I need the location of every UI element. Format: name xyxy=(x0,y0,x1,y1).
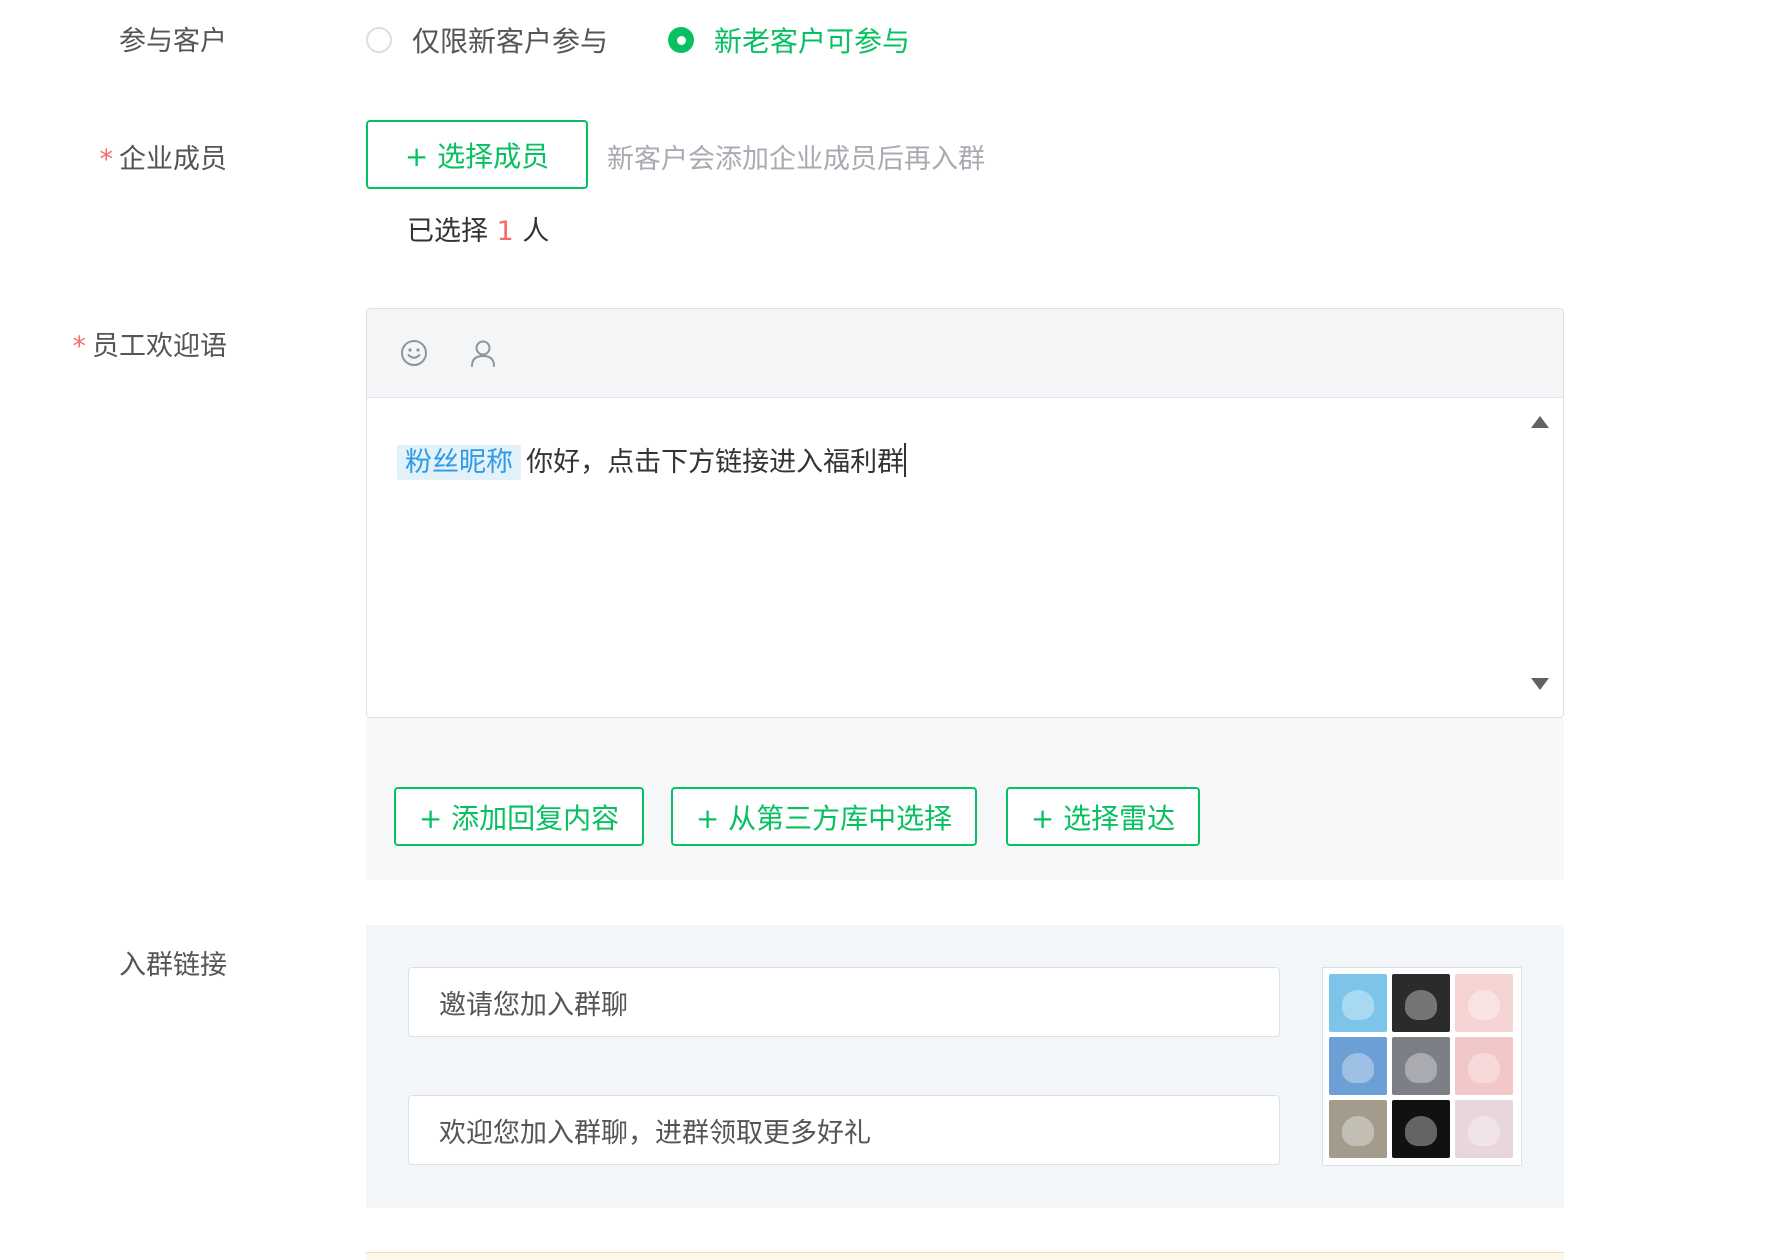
text-caret xyxy=(904,443,907,477)
avatar-tile xyxy=(1392,974,1450,1032)
avatar-tile xyxy=(1329,1037,1387,1095)
selected-count-number: 1 xyxy=(496,216,514,247)
editor-content[interactable]: 粉丝昵称 你好，点击下方链接进入福利群 xyxy=(397,440,907,480)
editor-toolbar xyxy=(367,309,1563,398)
welcome-editor: 粉丝昵称 你好，点击下方链接进入福利群 xyxy=(366,308,1564,718)
welcome-required-mark: * xyxy=(72,331,87,362)
link-title-input[interactable] xyxy=(408,967,1280,1037)
members-label: * 企业成员 xyxy=(99,144,228,175)
welcome-message-text: 你好，点击下方链接进入福利群 xyxy=(526,447,905,478)
avatar-tile xyxy=(1329,974,1387,1032)
avatar-tile xyxy=(1329,1100,1387,1158)
radio-new-only-circle[interactable] xyxy=(366,27,392,53)
selected-members-count: 已选择 1 人 xyxy=(407,216,550,247)
reply-actions-area: + 添加回复内容 + 从第三方库中选择 + 选择雷达 xyxy=(366,718,1564,880)
select-third-party-button[interactable]: + 从第三方库中选择 xyxy=(671,787,977,846)
scroll-down-arrow-icon[interactable] xyxy=(1531,678,1549,690)
members-required-mark: * xyxy=(99,144,114,175)
avatar-tile xyxy=(1455,1037,1513,1095)
radio-new-and-old-circle[interactable] xyxy=(668,27,695,53)
group-avatar-picker[interactable] xyxy=(1322,967,1522,1166)
link-description-input[interactable] xyxy=(408,1095,1280,1165)
group-avatar-grid xyxy=(1329,974,1513,1158)
select-radar-button[interactable]: + 选择雷达 xyxy=(1006,787,1200,846)
user-icon[interactable] xyxy=(468,338,498,368)
radio-new-only[interactable]: 仅限新客户参与 xyxy=(366,20,608,60)
avatar-tile xyxy=(1392,1100,1450,1158)
select-members-button[interactable]: + 选择成员 xyxy=(366,120,588,189)
scroll-up-arrow-icon[interactable] xyxy=(1531,416,1549,428)
radio-new-and-old[interactable]: 新老客户可参与 xyxy=(668,20,910,60)
participants-label: 参与客户 xyxy=(119,26,227,57)
fan-nickname-tag[interactable]: 粉丝昵称 xyxy=(397,445,521,480)
members-hint: 新客户会添加企业成员后再入群 xyxy=(607,144,985,175)
editor-body[interactable]: 粉丝昵称 你好，点击下方链接进入福利群 xyxy=(367,398,1563,717)
welcome-label: * 员工欢迎语 xyxy=(72,331,228,362)
add-reply-content-button[interactable]: + 添加回复内容 xyxy=(394,787,644,846)
participants-radio-group: 仅限新客户参与 新老客户可参与 xyxy=(366,20,970,60)
avatar-tile xyxy=(1455,1100,1513,1158)
avatar-tile xyxy=(1392,1037,1450,1095)
radio-new-and-old-label: 新老客户可参与 xyxy=(714,25,911,58)
radio-new-only-label: 仅限新客户参与 xyxy=(412,25,609,58)
group-link-label: 入群链接 xyxy=(119,950,227,981)
emoji-icon[interactable] xyxy=(399,338,429,368)
avatar-tile xyxy=(1455,974,1513,1032)
